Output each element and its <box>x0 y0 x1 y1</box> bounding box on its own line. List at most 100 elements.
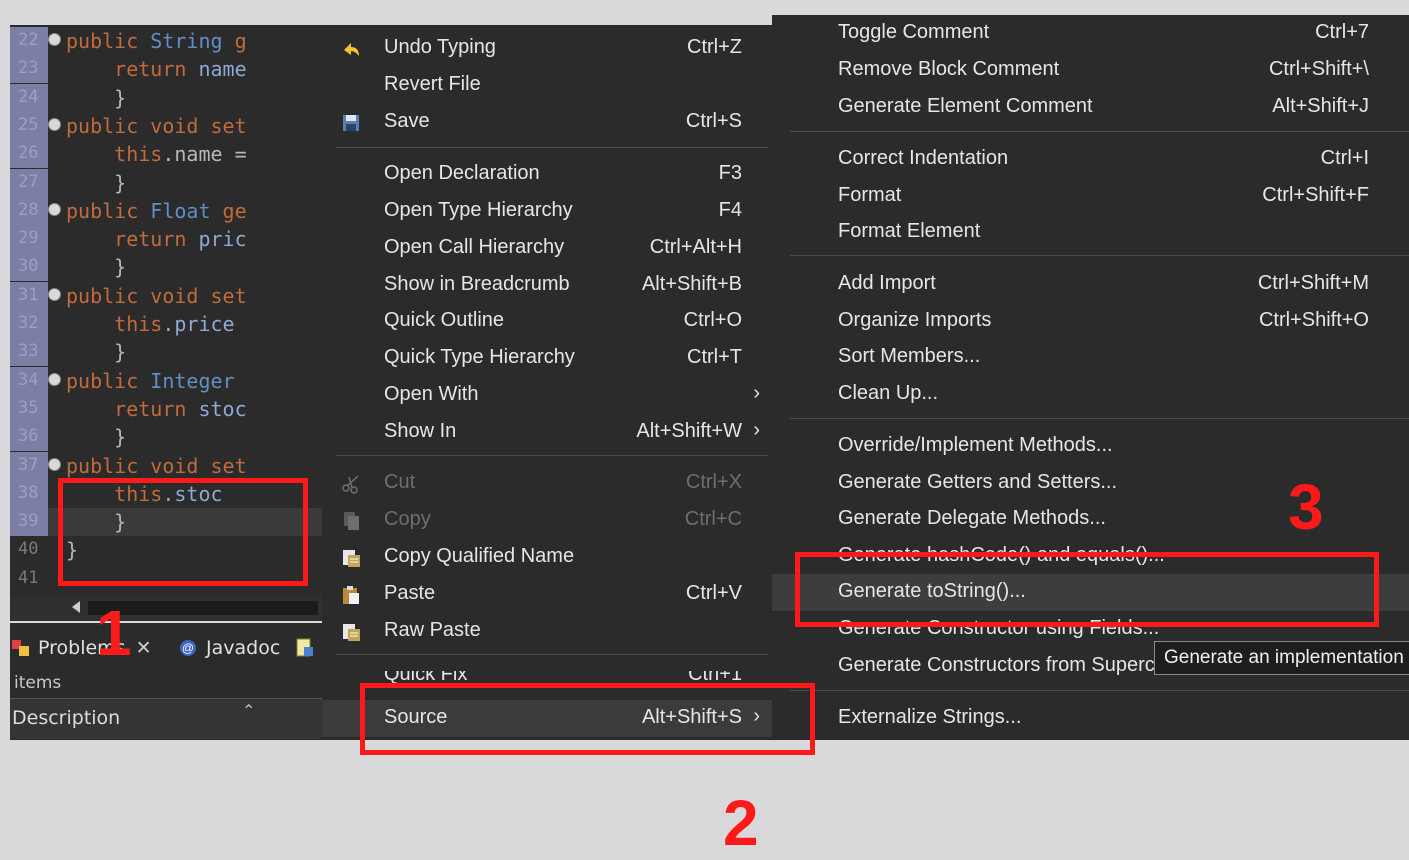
code-line[interactable]: 33 } <box>10 338 322 367</box>
menu-item-revert-file[interactable]: Revert File <box>322 67 772 104</box>
menu-item-shortcut: Ctrl+O <box>683 309 742 331</box>
menu-item-copy-qualified-name[interactable]: Copy Qualified Name <box>322 539 772 576</box>
close-icon[interactable]: ✕ <box>136 637 152 659</box>
code-line[interactable]: 23 return name <box>10 55 322 84</box>
code-line[interactable]: 27 } <box>10 168 322 197</box>
code-text: } <box>66 255 127 280</box>
line-number: 35 <box>18 397 39 418</box>
submenu-item-label: Generate Element Comment <box>838 95 1093 117</box>
code-line[interactable]: 37 public void set <box>10 451 322 480</box>
code-text: } <box>66 340 127 365</box>
code-line[interactable]: 25 public void set <box>10 111 322 140</box>
submenu-item-label: Organize Imports <box>838 309 992 331</box>
annotation-number-2: 2 <box>723 787 759 859</box>
code-line[interactable]: 28 public Float ge <box>10 196 322 225</box>
line-number-gutter: 26 <box>10 140 48 169</box>
submenu-item-externalize-strings[interactable]: Externalize Strings... <box>772 700 1409 737</box>
tab-javadoc-label: Javadoc <box>206 637 281 659</box>
fold-toggle-icon[interactable] <box>48 457 61 471</box>
submenu-item-label: Add Import <box>838 272 936 294</box>
code-text: public Float ge <box>66 198 247 223</box>
annotation-number-1: 1 <box>96 597 132 669</box>
code-line[interactable]: 24 } <box>10 83 322 112</box>
fold-toggle-icon[interactable] <box>48 117 61 131</box>
submenu-item-shortcut: Ctrl+Shift+\ <box>1268 58 1369 80</box>
declaration-icon[interactable] <box>294 637 316 659</box>
fold-toggle-icon[interactable] <box>48 33 61 46</box>
menu-item-undo-typing[interactable]: Undo Typing Ctrl+Z <box>322 30 772 67</box>
editor-horizontal-scrollbar[interactable] <box>10 595 322 621</box>
submenu-item-organize-imports[interactable]: Organize Imports Ctrl+Shift+O <box>772 303 1409 340</box>
menu-item-label: Save <box>384 110 430 132</box>
code-line[interactable]: 29 return pric <box>10 225 322 254</box>
submenu-item-correct-indentation[interactable]: Correct Indentation Ctrl+I <box>772 141 1409 178</box>
menu-item-open-call-hierarchy[interactable]: Open Call Hierarchy Ctrl+Alt+H <box>322 230 772 267</box>
line-number: 36 <box>18 426 39 447</box>
submenu-item-add-import[interactable]: Add Import Ctrl+Shift+M <box>772 266 1409 303</box>
submenu-item-clean-up[interactable]: Clean Up... <box>772 376 1409 413</box>
menu-item-label: Quick Type Hierarchy <box>384 346 575 368</box>
undo-icon <box>340 38 362 60</box>
submenu-separator <box>790 690 1409 691</box>
sort-caret-icon[interactable]: ⌃ <box>242 701 255 720</box>
submenu-item-override-implement-methods[interactable]: Override/Implement Methods... <box>772 428 1409 465</box>
line-number: 34 <box>18 369 39 390</box>
menu-item-quick-outline[interactable]: Quick Outline Ctrl+O <box>322 303 772 340</box>
menu-item-quick-type-hierarchy[interactable]: Quick Type Hierarchy Ctrl+T <box>322 340 772 377</box>
table-header[interactable]: Description ⌃ <box>10 698 322 739</box>
submenu-item-label: Sort Members... <box>838 345 981 367</box>
code-text: } <box>66 85 127 110</box>
save-icon <box>340 112 362 134</box>
submenu-item-generate-element-comment[interactable]: Generate Element Comment Alt+Shift+J <box>772 89 1409 126</box>
menu-item-paste[interactable]: Paste Ctrl+V <box>322 576 772 613</box>
menu-item-label: Undo Typing <box>384 36 496 58</box>
line-number-gutter: 40 <box>10 536 48 565</box>
code-line[interactable]: 36 } <box>10 423 322 452</box>
submenu-item-label: Toggle Comment <box>838 21 990 43</box>
menu-item-show-in[interactable]: Show In Alt+Shift+W › <box>322 414 772 451</box>
line-number-gutter: 29 <box>10 225 48 254</box>
menu-item-open-with[interactable]: Open With › <box>322 377 772 414</box>
code-line[interactable]: 34 public Integer <box>10 366 322 395</box>
raw-paste-icon <box>340 621 362 643</box>
menu-item-open-declaration[interactable]: Open Declaration F3 <box>322 156 772 193</box>
menu-item-copy: Copy Ctrl+C <box>322 502 772 539</box>
submenu-item-shortcut: Ctrl+Shift+O <box>1258 309 1369 331</box>
scroll-left-arrow-icon[interactable] <box>72 601 80 613</box>
submenu-item-format[interactable]: Format Ctrl+Shift+F <box>772 178 1409 215</box>
menu-item-save[interactable]: Save Ctrl+S <box>322 104 772 141</box>
code-line[interactable]: 26 this.name = <box>10 140 322 169</box>
fold-toggle-icon[interactable] <box>48 372 61 386</box>
submenu-item-toggle-comment[interactable]: Toggle Comment Ctrl+7 <box>772 15 1409 52</box>
tab-javadoc[interactable]: @ Javadoc <box>178 633 316 663</box>
menu-item-label: Cut <box>384 471 416 493</box>
code-text: } <box>66 425 127 450</box>
menu-item-label: Revert File <box>384 73 481 95</box>
line-number-gutter: 23 <box>10 55 48 84</box>
code-line[interactable]: 22 public String g <box>10 27 322 55</box>
code-line[interactable]: 31 public void set <box>10 281 322 310</box>
code-line[interactable]: 32 this.price <box>10 310 322 338</box>
code-text: public void set <box>66 453 247 478</box>
line-number-gutter: 32 <box>10 310 48 338</box>
menu-item-shortcut: Ctrl+V <box>685 582 742 604</box>
submenu-item-remove-block-comment[interactable]: Remove Block Comment Ctrl+Shift+\ <box>772 52 1409 89</box>
tooltip-text: Generate an implementation of toString() <box>1164 647 1409 668</box>
submenu-item-format-element[interactable]: Format Element <box>772 214 1409 251</box>
line-number-gutter: 25 <box>10 111 48 140</box>
menu-item-show-in-breadcrumb[interactable]: Show in Breadcrumb Alt+Shift+B <box>322 267 772 304</box>
column-header-description[interactable]: Description <box>12 707 120 729</box>
code-line[interactable]: 30 } <box>10 253 322 282</box>
fold-toggle-icon[interactable] <box>48 287 61 301</box>
submenu-item-sort-members[interactable]: Sort Members... <box>772 339 1409 376</box>
line-number: 41 <box>18 567 39 588</box>
menu-item-open-type-hierarchy[interactable]: Open Type Hierarchy F4 <box>322 193 772 230</box>
menu-item-raw-paste[interactable]: Raw Paste <box>322 613 772 650</box>
context-menu: Undo Typing Ctrl+Z Revert File Save Ctrl+S Op… <box>322 25 772 740</box>
fold-toggle-icon[interactable] <box>48 202 61 216</box>
line-number: 22 <box>18 30 39 50</box>
code-line[interactable]: 35 return stoc <box>10 394 322 423</box>
line-number-gutter: 34 <box>10 366 48 395</box>
menu-item-label: Open With <box>384 383 479 405</box>
line-number-gutter: 31 <box>10 281 48 310</box>
